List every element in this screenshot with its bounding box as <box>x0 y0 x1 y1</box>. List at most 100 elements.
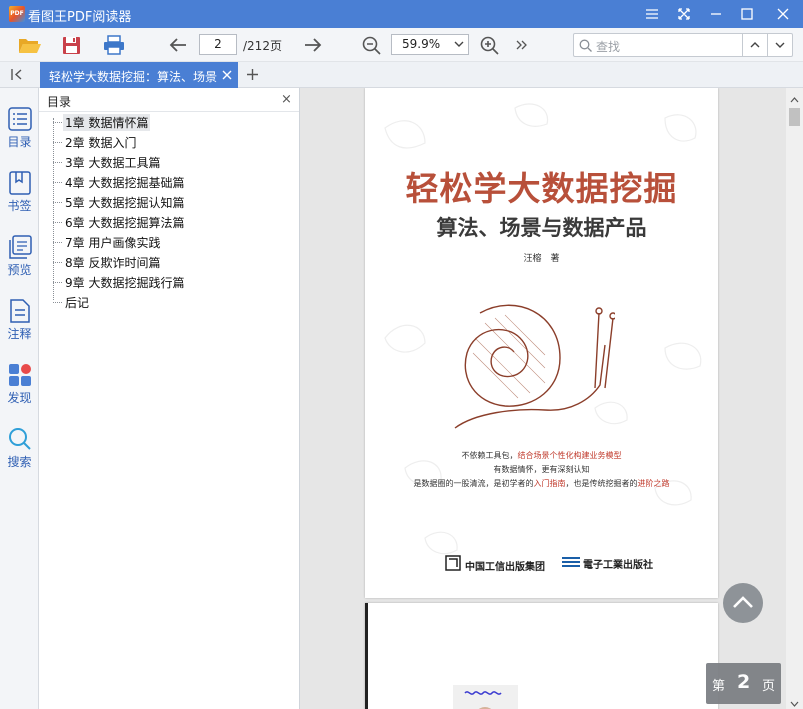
tree-branch <box>53 222 62 223</box>
page-number-input[interactable]: 2 <box>199 34 237 55</box>
blurb-text: 是数据圈的一股清流，是初学者的 <box>413 479 534 488</box>
collapse-sidebar-icon[interactable] <box>11 68 25 84</box>
tree-branch <box>53 182 62 183</box>
app-logo-icon: PDF <box>9 6 25 22</box>
save-icon[interactable] <box>58 28 84 62</box>
scroll-down-icon[interactable] <box>790 697 799 709</box>
toolbar: 2 /212页 59.9% 查找 <box>0 28 803 62</box>
zoom-out-icon[interactable] <box>359 28 383 62</box>
page-indicator-number: 2 <box>737 671 751 693</box>
divider <box>767 34 768 56</box>
note-icon <box>9 299 30 323</box>
nav-label: 预览 <box>7 263 32 277</box>
new-tab-icon[interactable] <box>246 68 259 84</box>
prev-page-icon[interactable] <box>166 28 190 62</box>
toc-item-label: 5章 大数据挖掘认知篇 <box>65 196 185 210</box>
toc-item[interactable]: 4章 大数据挖掘基础篇 <box>53 172 253 192</box>
open-folder-icon[interactable] <box>16 28 44 62</box>
toc-item-label: 7章 用户画像实践 <box>65 236 161 250</box>
menu-icon[interactable] <box>636 0 668 28</box>
nav-notes[interactable]: 注释 <box>0 298 39 358</box>
nav-label: 搜索 <box>7 455 32 469</box>
publisher-name: 電子工業出版社 <box>583 560 653 571</box>
tree-branch <box>53 122 62 123</box>
publisher-group: 中国工信出版集团 <box>465 562 545 573</box>
divider <box>742 34 743 56</box>
nav-preview[interactable]: 预览 <box>0 234 39 294</box>
document-page <box>365 603 718 709</box>
toc-item-label: 4章 大数据挖掘基础篇 <box>65 176 185 190</box>
preview-icon <box>8 235 32 259</box>
cover-subtitle: 算法、场景与数据产品 <box>436 215 647 240</box>
tree-branch <box>53 282 62 283</box>
toc-item-label: 后记 <box>65 296 90 310</box>
nav-label: 注释 <box>7 327 32 341</box>
toc-header: 目录 × <box>39 88 299 112</box>
toc-item[interactable]: 3章 大数据工具篇 <box>53 152 253 172</box>
apps-icon <box>8 364 31 386</box>
toc-item-label: 9章 大数据挖掘践行篇 <box>65 276 185 290</box>
next-page-icon[interactable] <box>301 28 325 62</box>
search-input[interactable]: 查找 <box>596 38 620 55</box>
left-nav: 目录 书签 预览 注释 发现 搜索 <box>0 88 39 709</box>
nav-label: 发现 <box>7 391 32 405</box>
blurb-highlight: 入门指南 <box>533 479 566 488</box>
close-icon[interactable]: × <box>281 92 292 107</box>
toc-item[interactable]: 7章 用户画像实践 <box>53 232 253 252</box>
blurb-text: ，也是传统挖掘者的 <box>565 479 638 488</box>
toc-item[interactable]: 8章 反欺诈时间篇 <box>53 252 253 272</box>
print-icon[interactable] <box>100 28 128 62</box>
toc-item[interactable]: 1章 数据情怀篇 <box>53 112 253 132</box>
tab-document[interactable]: 轻松学大数据挖掘：算法、场景与数据产品 <box>40 62 238 88</box>
toc-item[interactable]: 5章 大数据挖掘认知篇 <box>53 192 253 212</box>
fullscreen-icon[interactable] <box>668 0 700 28</box>
phei-logo-icon <box>562 557 580 567</box>
nav-discover[interactable]: 发现 <box>0 362 39 422</box>
search-next-icon[interactable] <box>774 39 786 54</box>
nav-label: 目录 <box>7 135 32 149</box>
bookmark-icon <box>8 171 31 195</box>
page-edge <box>365 603 368 709</box>
list-icon <box>7 107 32 131</box>
nav-bookmarks[interactable]: 书签 <box>0 170 39 230</box>
cover-blurb-3: 是数据圈的一股清流，是初学者的入门指南，也是传统挖掘者的进阶之路 <box>365 478 718 489</box>
tree-branch <box>53 262 62 263</box>
cover-author: 汪榕 著 <box>523 254 560 264</box>
scroll-up-icon[interactable] <box>790 92 799 106</box>
tab-bar: 轻松学大数据挖掘：算法、场景与数据产品 <box>0 62 803 88</box>
scrollbar-thumb[interactable] <box>789 108 800 126</box>
nav-toc[interactable]: 目录 <box>0 106 39 166</box>
toc-item-label: 1章 数据情怀篇 <box>63 114 151 131</box>
search-prev-icon[interactable] <box>749 39 761 54</box>
toc-item[interactable]: 后记 <box>53 292 253 312</box>
zoom-in-icon[interactable] <box>477 28 501 62</box>
cover-title: 轻松学大数据挖掘 <box>405 169 678 208</box>
close-icon[interactable] <box>767 0 799 28</box>
toc-item[interactable]: 6章 大数据挖掘算法篇 <box>53 212 253 232</box>
toc-item-label: 3章 大数据工具篇 <box>65 156 161 170</box>
toc-item-label: 2章 数据入门 <box>65 136 137 150</box>
back-to-top-button[interactable] <box>723 583 763 623</box>
blurb-highlight: 进阶之路 <box>637 479 670 488</box>
zoom-select[interactable]: 59.9% <box>391 34 469 55</box>
search-icon <box>8 428 31 450</box>
vertical-scrollbar[interactable] <box>786 88 803 709</box>
minimize-icon[interactable] <box>700 0 732 28</box>
maximize-icon[interactable] <box>731 0 763 28</box>
nav-search[interactable]: 搜索 <box>0 426 39 486</box>
tree-branch <box>53 242 62 243</box>
cover-blurb-1: 不依赖工具包，结合场景个性化构建业务模型 <box>365 450 718 461</box>
close-tab-icon[interactable] <box>222 69 232 83</box>
snail-illustration <box>454 304 615 429</box>
tree-branch <box>53 142 62 143</box>
page-indicator-suffix: 页 <box>762 679 776 694</box>
page-indicator: 第 2 页 <box>706 663 781 704</box>
portrait-image <box>453 685 518 709</box>
toc-item[interactable]: 9章 大数据挖掘践行篇 <box>53 272 253 292</box>
tree-branch <box>53 302 62 303</box>
zoom-value: 59.9% <box>402 37 441 51</box>
toc-item[interactable]: 2章 数据入门 <box>53 132 253 152</box>
more-tools-icon[interactable] <box>512 28 532 62</box>
cover-blurb-2: 有数据情怀，更有深刻认知 <box>493 465 590 474</box>
search-field[interactable]: 查找 <box>573 33 793 57</box>
